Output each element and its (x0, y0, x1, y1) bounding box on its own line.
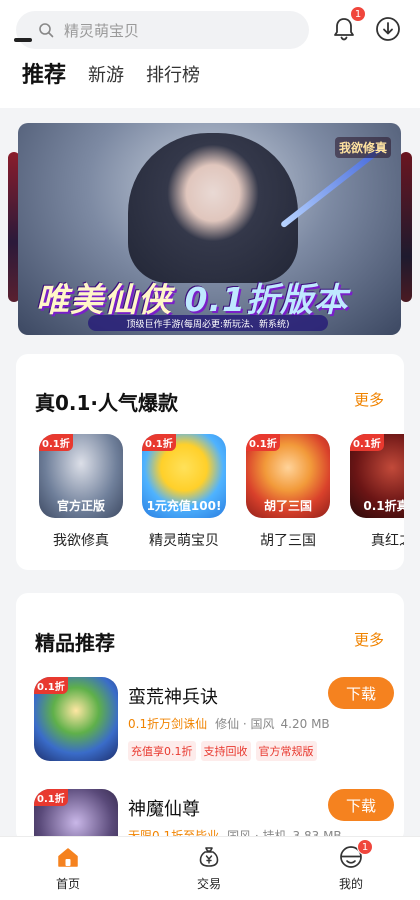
download-icon (376, 17, 400, 41)
banner-headline-part2: 0.1折版本 (184, 280, 348, 319)
discount-tag: 0.1折 (39, 434, 73, 451)
nav-label: 首页 (55, 877, 80, 891)
game-icon[interactable]: 0.1折 (34, 677, 118, 761)
nav-label: 交易 (196, 877, 221, 891)
icon-art-text: 胡了三国 (263, 499, 312, 513)
game-size: 4.20 MB (280, 717, 330, 731)
download-button[interactable]: 下载 (328, 789, 394, 821)
game-meta: 0.1折万剑诛仙 修仙 · 国风 4.20 MB (128, 715, 330, 732)
featured-game-row[interactable]: 0.1折 神魔仙尊 无限0.1折至毕业国风 · 挂机3.83 MB 下载 (34, 789, 394, 843)
game-name: 我欲修真 (53, 533, 109, 549)
icon-art-text: 0.1折真红 (363, 499, 404, 513)
banner-headline-part1: 唯美仙侠 (36, 280, 172, 319)
game-tag-chip: 充值享0.1折 (128, 741, 196, 761)
hot-game-item[interactable]: 0.1折 1元充值100! 精灵萌宝贝 (139, 434, 229, 550)
game-tags: 充值享0.1折 支持回收 官方常规版 (128, 741, 322, 761)
download-manager-button[interactable] (373, 14, 403, 44)
hot-game-item[interactable]: 0.1折 官方正版 我欲修真 (36, 434, 126, 550)
game-tag-chip: 官方常规版 (255, 741, 317, 761)
icon-art-text: 官方正版 (56, 499, 105, 513)
category-tabs: 推荐 新游 排行榜 (22, 64, 222, 88)
money-bag-icon (195, 843, 223, 871)
more-link[interactable]: 更多 (354, 389, 384, 410)
more-link[interactable]: 更多 (354, 629, 384, 650)
profile-badge: 1 (357, 839, 373, 855)
featured-games-section: 精品推荐 更多 0.1折 蛮荒神兵诀 0.1折万剑诛仙 修仙 · 国风 4.20 M… (16, 593, 404, 843)
download-button[interactable]: 下载 (328, 677, 394, 709)
section-title: 精品推荐 (35, 631, 115, 655)
game-name: 胡了三国 (260, 533, 316, 549)
hot-games-list: 0.1折 官方正版 我欲修真 0.1折 1元充值100! 精灵萌宝贝 0.1折 … (36, 434, 404, 554)
notification-badge: 1 (350, 6, 366, 22)
nav-label: 我的 (338, 877, 363, 891)
search-icon (39, 23, 54, 38)
discount-tag: 0.1折 (142, 434, 176, 451)
profile-icon: 1 (337, 839, 373, 871)
discount-tag: 0.1折 (34, 677, 68, 694)
search-input[interactable]: 精灵萌宝贝 (16, 11, 309, 49)
nav-item-home[interactable]: 首页 (28, 843, 108, 892)
tab-recommend[interactable]: 推荐 (22, 64, 66, 88)
top-bar: 精灵萌宝贝 1 推荐 新游 排行榜 (0, 0, 420, 108)
banner-character-art (128, 133, 298, 283)
game-name: 蛮荒神兵诀 (128, 687, 218, 708)
banner-subtitle: 顶级巨作手游(每周必更:新玩法、新系统) (88, 315, 328, 331)
banner-carousel[interactable]: 我欲修真 唯美仙侠 0.1折版本 顶级巨作手游(每周必更:新玩法、新系统) (0, 120, 420, 336)
game-icon[interactable]: 0.1折 胡了三国 (246, 434, 330, 518)
game-category: 修仙 · 国风 (215, 717, 275, 731)
tab-ranking[interactable]: 排行榜 (146, 64, 200, 88)
notification-button[interactable]: 1 (329, 6, 366, 44)
search-placeholder: 精灵萌宝贝 (64, 21, 140, 40)
hot-game-item[interactable]: 0.1折 胡了三国 胡了三国 (243, 434, 333, 550)
bottom-navigation: 首页 交易 1 我的 (0, 836, 420, 900)
discount-tag: 0.1折 (246, 434, 280, 451)
banner-game-logo: 我欲修真 (334, 137, 391, 158)
section-title: 真0.1·人气爆款 (35, 391, 179, 415)
icon-art-text: 1元充值100! (146, 499, 222, 513)
game-name: 精灵萌宝贝 (149, 533, 219, 549)
banner-slide[interactable]: 我欲修真 唯美仙侠 0.1折版本 顶级巨作手游(每周必更:新玩法、新系统) (18, 123, 401, 335)
game-name: 神魔仙尊 (128, 799, 200, 820)
game-highlight: 0.1折万剑诛仙 (128, 717, 208, 731)
game-name: 真红之 (371, 533, 404, 549)
game-icon[interactable]: 0.1折 0.1折真红 (350, 434, 404, 518)
banner-next-peek[interactable] (400, 152, 412, 302)
nav-item-profile[interactable]: 1 我的 (311, 839, 391, 892)
nav-item-trade[interactable]: 交易 (169, 843, 249, 892)
active-tab-indicator (14, 38, 32, 42)
featured-game-row[interactable]: 0.1折 蛮荒神兵诀 0.1折万剑诛仙 修仙 · 国风 4.20 MB 充值享0.1… (34, 677, 394, 767)
discount-tag: 0.1折 (350, 434, 384, 451)
home-icon (54, 843, 82, 871)
tab-new-games[interactable]: 新游 (88, 64, 124, 88)
hot-game-item[interactable]: 0.1折 0.1折真红 真红之 (347, 434, 404, 550)
game-icon[interactable]: 0.1折 官方正版 (39, 434, 123, 518)
game-icon[interactable]: 0.1折 (34, 789, 118, 843)
game-icon[interactable]: 0.1折 1元充值100! (142, 434, 226, 518)
discount-tag: 0.1折 (34, 789, 68, 806)
hot-games-section: 真0.1·人气爆款 更多 0.1折 官方正版 我欲修真 0.1折 1元充值100… (16, 354, 404, 570)
game-tag-chip: 支持回收 (200, 741, 251, 761)
banner-headline: 唯美仙侠 0.1折版本 (36, 273, 386, 321)
